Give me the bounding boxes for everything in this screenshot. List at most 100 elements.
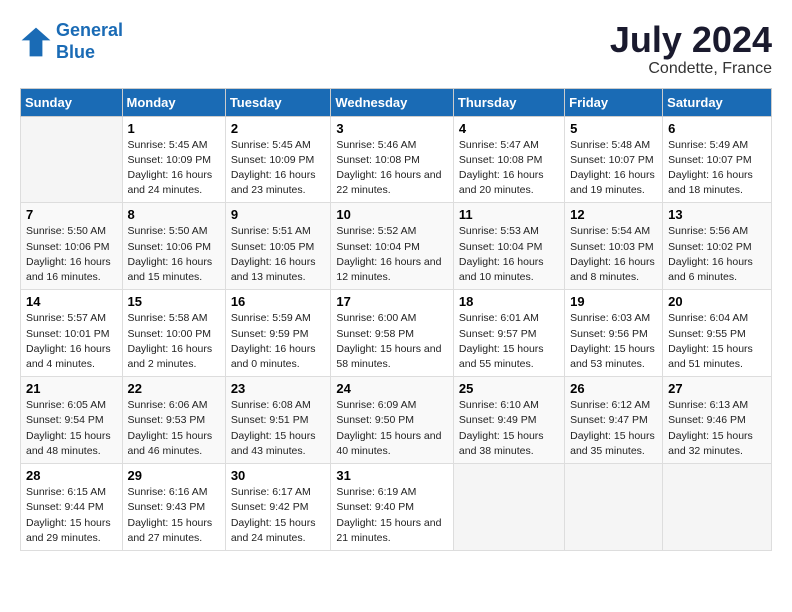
calendar-cell: 3Sunrise: 5:46 AM Sunset: 10:08 PM Dayli…: [331, 116, 454, 203]
date-number: 15: [128, 294, 220, 309]
date-number: 13: [668, 207, 766, 222]
title-block: July 2024 Condette, France: [610, 20, 772, 78]
date-number: 6: [668, 121, 766, 136]
calendar-cell: 17Sunrise: 6:00 AM Sunset: 9:58 PM Dayli…: [331, 290, 454, 377]
week-row-3: 14 Sunrise: 5:57 AM Sunset: 10:01 PM Dayl…: [21, 290, 772, 377]
date-number: 27: [668, 381, 766, 396]
cell-info: Sunrise: 5:52 AM Sunset: 10:04 PM Daylig…: [336, 224, 448, 285]
cell-info: Sunrise: 5:53 AM Sunset: 10:04 PM Daylig…: [459, 224, 559, 285]
week-row-1: 1 Sunrise: 5:45 AM Sunset: 10:09 PM Dayli…: [21, 116, 772, 203]
date-number: 4: [459, 121, 559, 136]
calendar-cell: 10 Sunrise: 5:52 AM Sunset: 10:04 PM Dayl…: [331, 203, 454, 290]
calendar-cell: 15 Sunrise: 5:58 AM Sunset: 10:00 PM Dayl…: [122, 290, 225, 377]
cell-info: Sunrise: 5:45 AM Sunset: 10:09 PM Daylig…: [231, 138, 326, 199]
calendar-cell: 5Sunrise: 5:48 AM Sunset: 10:07 PM Dayli…: [565, 116, 663, 203]
week-row-5: 28Sunrise: 6:15 AM Sunset: 9:44 PM Dayli…: [21, 464, 772, 551]
date-number: 16: [231, 294, 326, 309]
calendar-cell: 30 Sunrise: 6:17 AM Sunset: 9:42 PM Dayli…: [225, 464, 331, 551]
calendar-cell: 7 Sunrise: 5:50 AM Sunset: 10:06 PM Dayli…: [21, 203, 123, 290]
date-number: 14: [26, 294, 117, 309]
date-number: 24: [336, 381, 448, 396]
week-row-2: 7 Sunrise: 5:50 AM Sunset: 10:06 PM Dayli…: [21, 203, 772, 290]
calendar-cell: 26 Sunrise: 6:12 AM Sunset: 9:47 PM Dayli…: [565, 377, 663, 464]
cell-info: Sunrise: 5:50 AM Sunset: 10:06 PM Daylig…: [128, 224, 220, 285]
calendar-cell: 29 Sunrise: 6:16 AM Sunset: 9:43 PM Dayli…: [122, 464, 225, 551]
date-number: 18: [459, 294, 559, 309]
cell-info: Sunrise: 5:51 AM Sunset: 10:05 PM Daylig…: [231, 224, 326, 285]
cell-info: Sunrise: 5:45 AM Sunset: 10:09 PM Daylig…: [128, 138, 220, 199]
week-row-4: 21Sunrise: 6:05 AM Sunset: 9:54 PM Dayli…: [21, 377, 772, 464]
cell-info: Sunrise: 6:04 AM Sunset: 9:55 PM Dayligh…: [668, 311, 766, 372]
calendar-cell: 1 Sunrise: 5:45 AM Sunset: 10:09 PM Dayli…: [122, 116, 225, 203]
calendar-cell: 24 Sunrise: 6:09 AM Sunset: 9:50 PM Dayli…: [331, 377, 454, 464]
cell-info: Sunrise: 6:03 AM Sunset: 9:56 PM Dayligh…: [570, 311, 657, 372]
date-number: 8: [128, 207, 220, 222]
date-number: 1: [128, 121, 220, 136]
calendar-cell: 11Sunrise: 5:53 AM Sunset: 10:04 PM Dayl…: [453, 203, 564, 290]
calendar-cell: 27 Sunrise: 6:13 AM Sunset: 9:46 PM Dayli…: [663, 377, 772, 464]
date-number: 10: [336, 207, 448, 222]
logo-text: General Blue: [56, 20, 123, 63]
date-number: 9: [231, 207, 326, 222]
calendar-cell: [565, 464, 663, 551]
date-number: 22: [128, 381, 220, 396]
date-number: 20: [668, 294, 766, 309]
cell-info: Sunrise: 5:59 AM Sunset: 9:59 PM Dayligh…: [231, 311, 326, 372]
calendar-cell: 28Sunrise: 6:15 AM Sunset: 9:44 PM Dayli…: [21, 464, 123, 551]
calendar-cell: 4 Sunrise: 5:47 AM Sunset: 10:08 PM Dayli…: [453, 116, 564, 203]
date-number: 7: [26, 207, 117, 222]
main-title: July 2024: [610, 20, 772, 60]
logo-icon: [20, 26, 52, 58]
date-number: 31: [336, 468, 448, 483]
calendar-table: SundayMondayTuesdayWednesdayThursdayFrid…: [20, 88, 772, 551]
day-header-thursday: Thursday: [453, 88, 564, 116]
calendar-cell: 20 Sunrise: 6:04 AM Sunset: 9:55 PM Dayli…: [663, 290, 772, 377]
subtitle: Condette, France: [610, 60, 772, 78]
date-number: 17: [336, 294, 448, 309]
day-header-saturday: Saturday: [663, 88, 772, 116]
date-number: 12: [570, 207, 657, 222]
calendar-cell: 22Sunrise: 6:06 AM Sunset: 9:53 PM Dayli…: [122, 377, 225, 464]
cell-info: Sunrise: 5:54 AM Sunset: 10:03 PM Daylig…: [570, 224, 657, 285]
cell-info: Sunrise: 6:13 AM Sunset: 9:46 PM Dayligh…: [668, 398, 766, 459]
day-header-tuesday: Tuesday: [225, 88, 331, 116]
header-row: SundayMondayTuesdayWednesdayThursdayFrid…: [21, 88, 772, 116]
cell-info: Sunrise: 5:46 AM Sunset: 10:08 PM Daylig…: [336, 138, 448, 199]
calendar-cell: [453, 464, 564, 551]
calendar-cell: 19Sunrise: 6:03 AM Sunset: 9:56 PM Dayli…: [565, 290, 663, 377]
cell-info: Sunrise: 6:10 AM Sunset: 9:49 PM Dayligh…: [459, 398, 559, 459]
calendar-cell: 31 Sunrise: 6:19 AM Sunset: 9:40 PM Dayli…: [331, 464, 454, 551]
calendar-cell: [663, 464, 772, 551]
cell-info: Sunrise: 6:09 AM Sunset: 9:50 PM Dayligh…: [336, 398, 448, 459]
cell-info: Sunrise: 6:01 AM Sunset: 9:57 PM Dayligh…: [459, 311, 559, 372]
cell-info: Sunrise: 6:17 AM Sunset: 9:42 PM Dayligh…: [231, 485, 326, 546]
page-header: General Blue July 2024 Condette, France: [20, 20, 772, 78]
date-number: 26: [570, 381, 657, 396]
cell-info: Sunrise: 6:05 AM Sunset: 9:54 PM Dayligh…: [26, 398, 117, 459]
day-header-monday: Monday: [122, 88, 225, 116]
cell-info: Sunrise: 6:19 AM Sunset: 9:40 PM Dayligh…: [336, 485, 448, 546]
calendar-cell: 18 Sunrise: 6:01 AM Sunset: 9:57 PM Dayli…: [453, 290, 564, 377]
calendar-cell: 16 Sunrise: 5:59 AM Sunset: 9:59 PM Dayli…: [225, 290, 331, 377]
calendar-cell: 13 Sunrise: 5:56 AM Sunset: 10:02 PM Dayl…: [663, 203, 772, 290]
calendar-cell: 9 Sunrise: 5:51 AM Sunset: 10:05 PM Dayli…: [225, 203, 331, 290]
cell-info: Sunrise: 6:16 AM Sunset: 9:43 PM Dayligh…: [128, 485, 220, 546]
cell-info: Sunrise: 5:58 AM Sunset: 10:00 PM Daylig…: [128, 311, 220, 372]
calendar-cell: 23Sunrise: 6:08 AM Sunset: 9:51 PM Dayli…: [225, 377, 331, 464]
cell-info: Sunrise: 5:47 AM Sunset: 10:08 PM Daylig…: [459, 138, 559, 199]
date-number: 2: [231, 121, 326, 136]
date-number: 30: [231, 468, 326, 483]
cell-info: Sunrise: 5:50 AM Sunset: 10:06 PM Daylig…: [26, 224, 117, 285]
cell-info: Sunrise: 6:12 AM Sunset: 9:47 PM Dayligh…: [570, 398, 657, 459]
cell-info: Sunrise: 5:49 AM Sunset: 10:07 PM Daylig…: [668, 138, 766, 199]
date-number: 5: [570, 121, 657, 136]
date-number: 29: [128, 468, 220, 483]
cell-info: Sunrise: 5:56 AM Sunset: 10:02 PM Daylig…: [668, 224, 766, 285]
date-number: 25: [459, 381, 559, 396]
calendar-cell: 14 Sunrise: 5:57 AM Sunset: 10:01 PM Dayl…: [21, 290, 123, 377]
cell-info: Sunrise: 5:57 AM Sunset: 10:01 PM Daylig…: [26, 311, 117, 372]
day-header-sunday: Sunday: [21, 88, 123, 116]
calendar-cell: 2 Sunrise: 5:45 AM Sunset: 10:09 PM Dayli…: [225, 116, 331, 203]
cell-info: Sunrise: 6:08 AM Sunset: 9:51 PM Dayligh…: [231, 398, 326, 459]
calendar-cell: 25 Sunrise: 6:10 AM Sunset: 9:49 PM Dayli…: [453, 377, 564, 464]
